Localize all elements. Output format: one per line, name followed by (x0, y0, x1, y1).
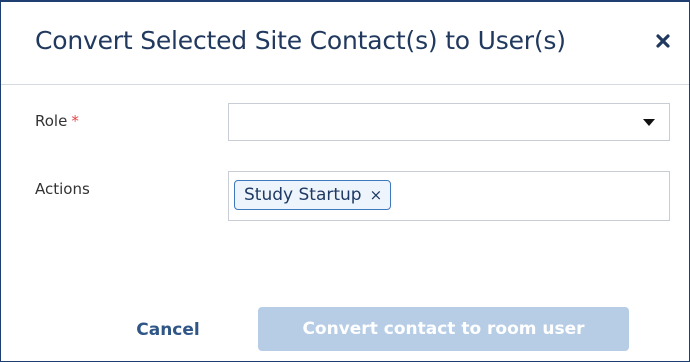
convert-button[interactable]: Convert contact to room user (258, 307, 629, 351)
close-icon (656, 34, 670, 48)
dialog-title: Convert Selected Site Contact(s) to User… (35, 26, 566, 55)
tag-remove-icon[interactable]: × (370, 186, 383, 204)
caret-down-icon (643, 119, 655, 126)
role-label: Role * (35, 112, 79, 130)
tag-label: Study Startup (244, 185, 362, 205)
actions-tag-input[interactable]: Study Startup × (228, 171, 670, 221)
role-select[interactable] (228, 103, 670, 141)
actions-label: Actions (35, 180, 90, 198)
required-marker: * (71, 112, 79, 130)
cancel-button[interactable]: Cancel (119, 310, 217, 350)
close-button[interactable] (651, 29, 675, 53)
role-label-text: Role (35, 112, 68, 130)
dialog-header: Convert Selected Site Contact(s) to User… (1, 2, 689, 85)
convert-contacts-dialog: Convert Selected Site Contact(s) to User… (0, 0, 690, 362)
action-tag-study-startup: Study Startup × (234, 180, 392, 210)
